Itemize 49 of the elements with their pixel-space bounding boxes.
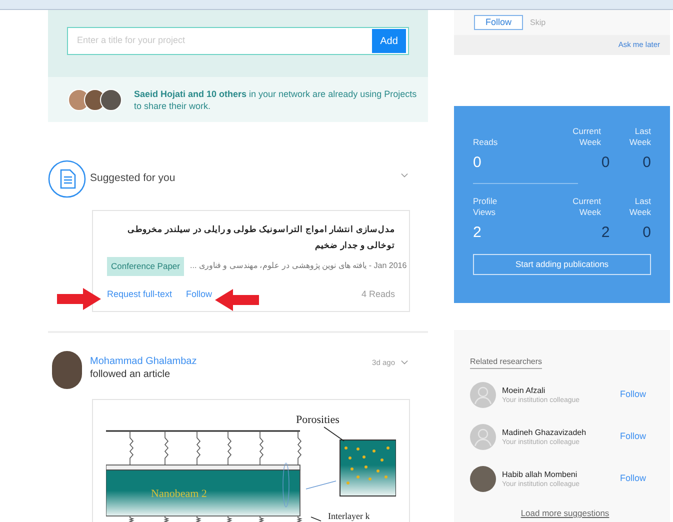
stat-value: 0: [642, 222, 651, 242]
column-header: Current Week: [572, 126, 601, 148]
follow-link[interactable]: Follow: [620, 388, 646, 402]
column-header: Current Week: [572, 196, 601, 218]
arrow-icon: [215, 289, 259, 311]
stat-value: 0: [642, 153, 651, 173]
stat-total: 0: [473, 153, 482, 173]
chevron-down-icon[interactable]: [401, 360, 408, 365]
chevron-down-icon[interactable]: [401, 172, 408, 178]
project-title-field[interactable]: Enter a title for your project Add: [67, 27, 409, 55]
stat-total: 2: [473, 222, 482, 242]
start-adding-button[interactable]: Start adding publications: [473, 254, 651, 275]
photo-placeholder: [52, 351, 82, 389]
publication-meta: Jan 2016 - یافته های نوین پژوهشی در علوم، مهندسی و فناوری ...: [190, 260, 407, 272]
skip-button[interactable]: Skip: [530, 16, 546, 28]
figure-label: Interlayer k: [328, 511, 370, 521]
researcher-name[interactable]: Habib allah Mombeni: [502, 468, 580, 480]
figure-label: Porosities: [296, 414, 340, 426]
stat-label: Profile Views: [473, 196, 498, 218]
activity-text: followed an article: [90, 368, 172, 381]
reads-count: 4 Reads: [361, 288, 395, 301]
stat-value: 2: [601, 222, 610, 242]
section-heading: Suggested for you: [90, 171, 176, 186]
avatar-icon: [470, 424, 496, 450]
photo-placeholder: [470, 466, 496, 492]
document-icon: [48, 160, 86, 198]
arrow-icon: [57, 288, 101, 310]
user-name-link[interactable]: Mohammad Ghalambaz: [90, 356, 197, 368]
action-link[interactable]: Follow: [186, 288, 212, 302]
network-text: Saeid Hojati and 10 others in your network are already using Projects to share their work.: [134, 88, 418, 112]
action-link[interactable]: Request full-text: [107, 288, 172, 302]
load-more-link[interactable]: Load more suggestions: [520, 508, 610, 518]
type-tag: Conference Paper: [107, 257, 184, 276]
follow-link[interactable]: Follow: [620, 472, 646, 486]
stat-value: 0: [601, 153, 610, 173]
researcher-name[interactable]: Madineh Ghazavizadeh: [502, 426, 586, 438]
figure-label: Nanobeam 2: [151, 488, 207, 500]
project-title-input[interactable]: Enter a title for your project: [77, 34, 372, 48]
avatar-icon: [470, 382, 496, 408]
publication-title[interactable]: مدل‌سازی انتشار امواج التراسونیک طولی و رایلی در سیلندر مخروطی توخالی و جدار ضخیم: [107, 221, 395, 253]
panel-heading: Related researchers: [470, 357, 542, 369]
photo-placeholder: [100, 88, 122, 110]
column-header: Last Week: [628, 196, 651, 218]
stat-label: Reads: [473, 137, 499, 148]
column-header: Last Week: [628, 126, 651, 148]
follow-button[interactable]: Follow: [474, 15, 523, 30]
researcher-name[interactable]: Moein Afzali: [502, 384, 580, 396]
follow-link[interactable]: Follow: [620, 430, 646, 444]
add-button[interactable]: Add: [372, 29, 406, 53]
